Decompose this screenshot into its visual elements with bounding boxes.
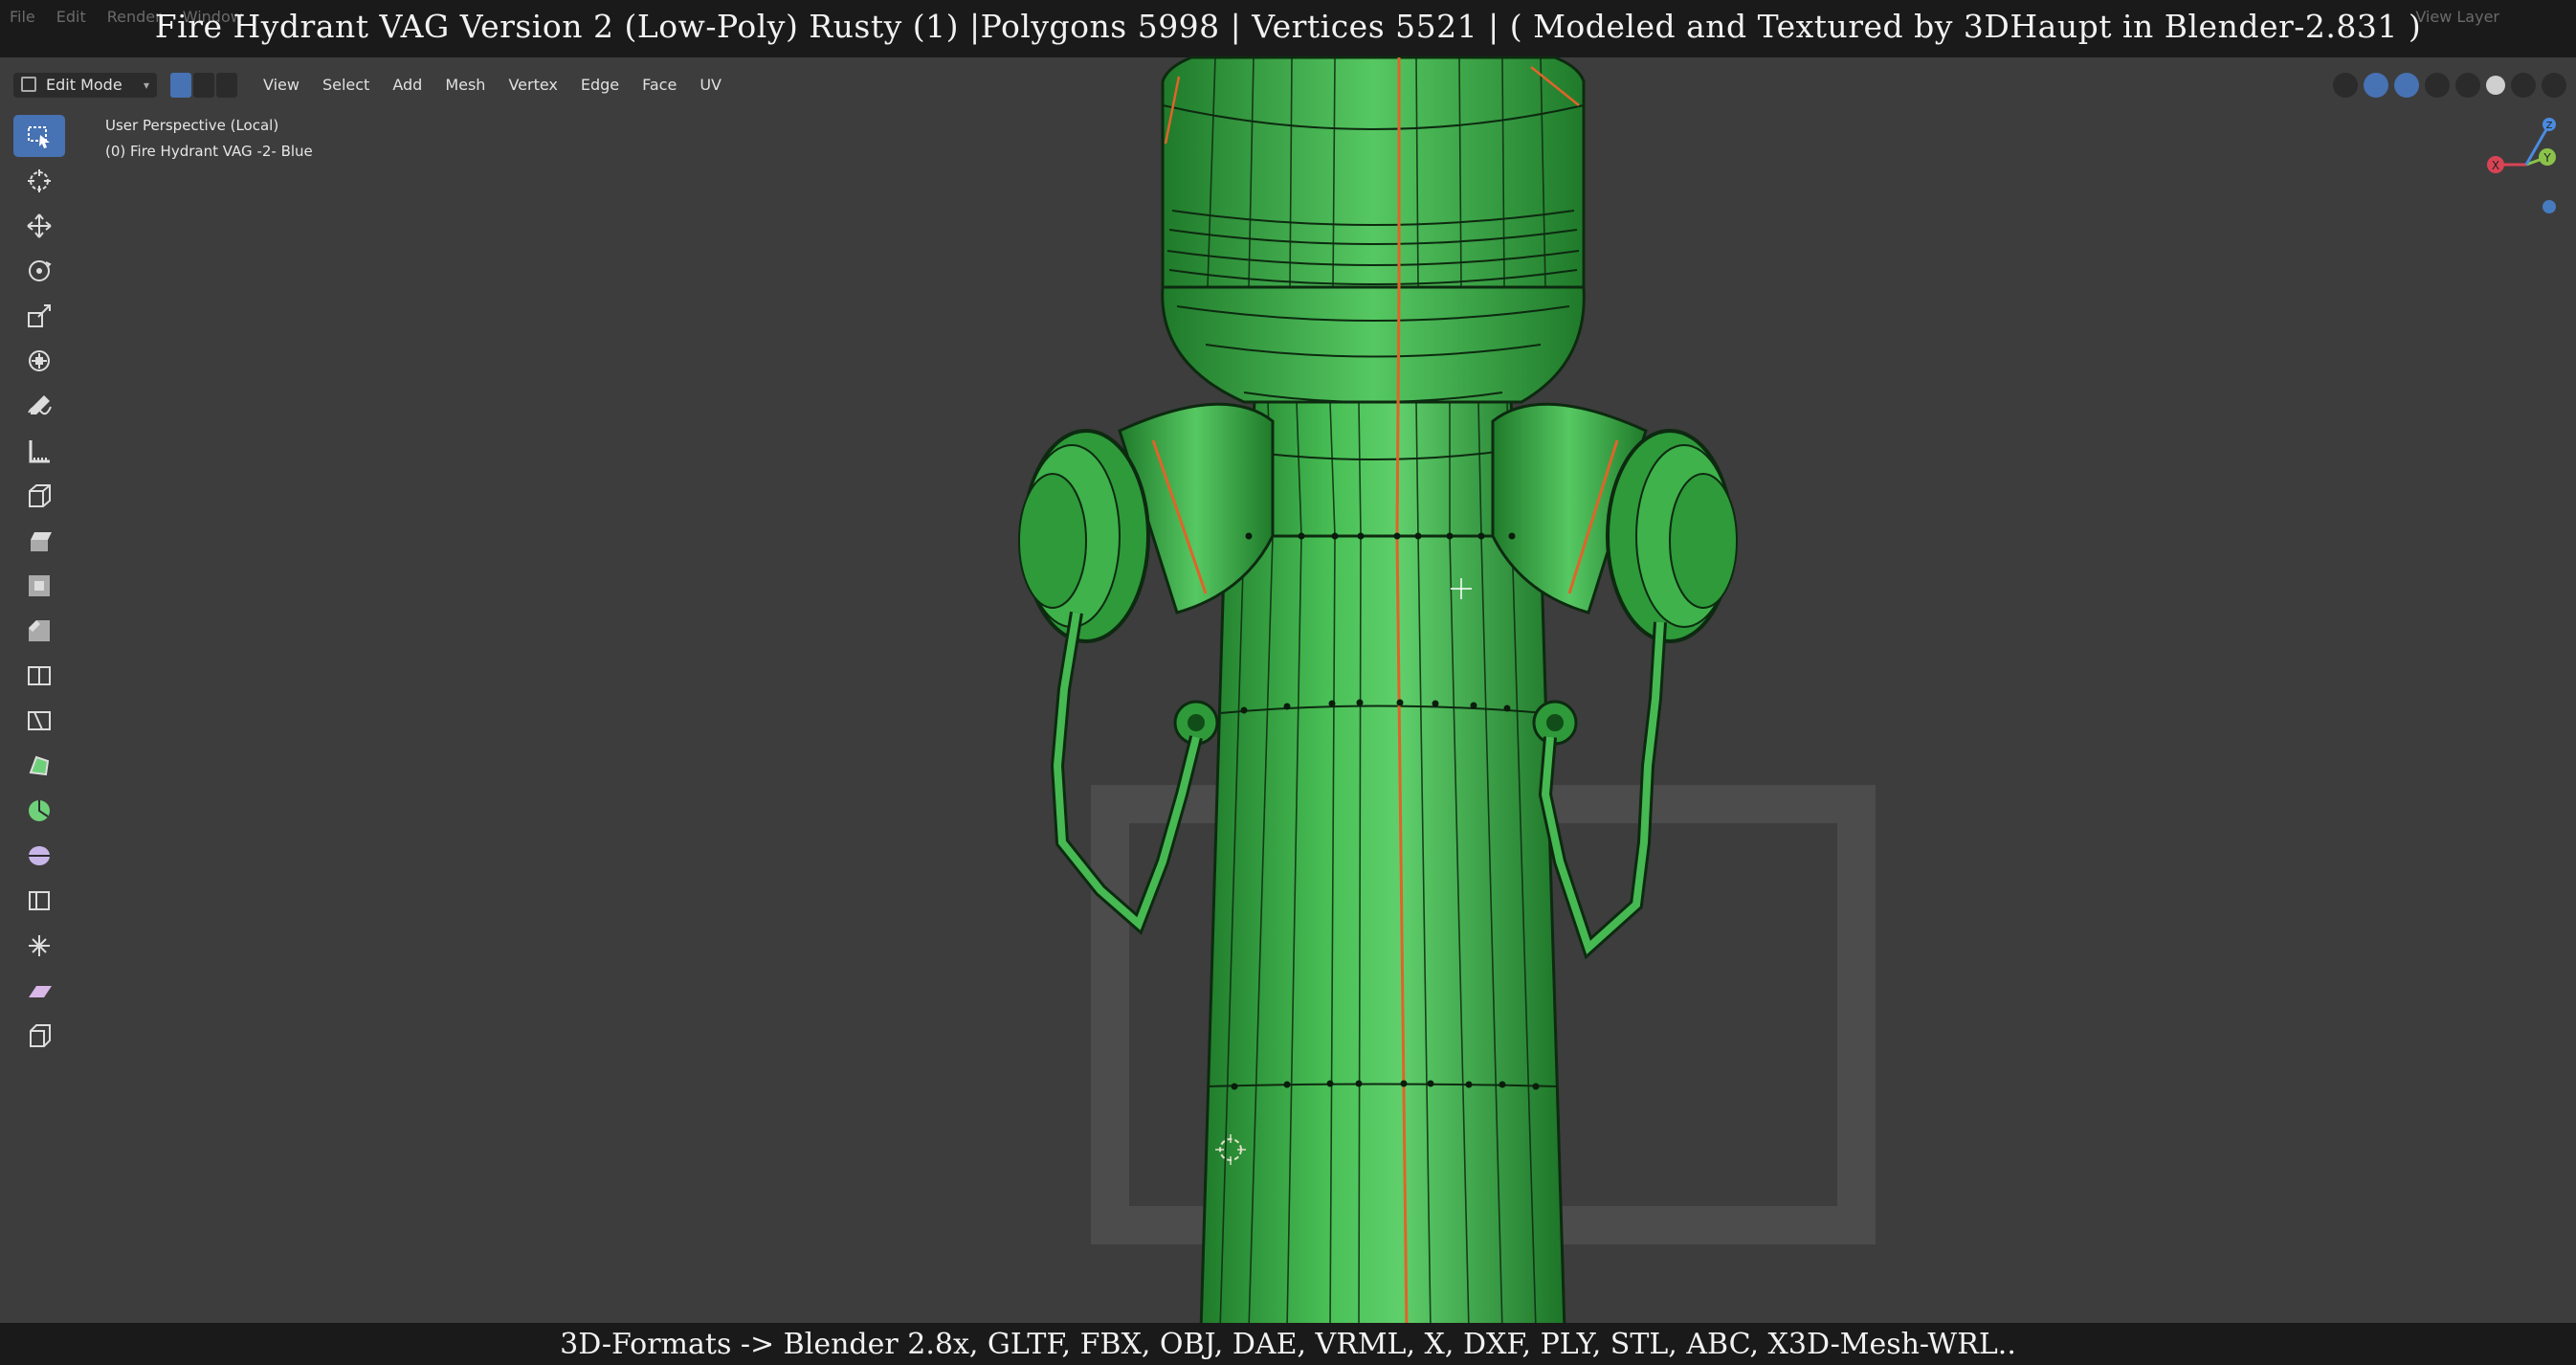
annotate-icon xyxy=(28,395,52,415)
gizmo-toggle-icon[interactable] xyxy=(2364,73,2388,98)
tool-shear[interactable] xyxy=(13,970,65,1012)
active-object-label: (0) Fire Hydrant VAG -2- Blue xyxy=(105,143,313,160)
knife-icon xyxy=(28,711,51,730)
edge-select-button[interactable] xyxy=(193,73,214,98)
tool-loop-cut[interactable] xyxy=(13,655,65,697)
tool-annotate[interactable] xyxy=(13,385,65,427)
viewport-shading-icons xyxy=(2333,73,2566,98)
measure-icon xyxy=(29,440,50,463)
move-icon xyxy=(27,213,52,238)
tool-select-box[interactable] xyxy=(13,115,65,157)
formats-caption: 3D-Formats -> Blender 2.8x, GLTF, FBX, O… xyxy=(560,1328,2016,1361)
vertex-select-button[interactable] xyxy=(170,73,191,98)
poly-build-icon xyxy=(29,755,50,776)
tool-transform[interactable] xyxy=(13,340,65,382)
face-select-button[interactable] xyxy=(216,73,237,98)
perspective-label: User Perspective (Local) xyxy=(105,117,279,134)
overlay-toggle-icon[interactable] xyxy=(2394,73,2419,98)
tool-shelf xyxy=(13,115,65,1060)
gizmo-y-label: Y xyxy=(2543,151,2551,165)
cursor-icon xyxy=(28,169,51,192)
select-box-icon xyxy=(28,126,50,148)
crosshair-cursor-icon xyxy=(1451,578,1472,599)
menu-view[interactable]: View xyxy=(254,67,309,103)
transform-icon xyxy=(29,350,50,371)
tool-move[interactable] xyxy=(13,205,65,247)
menu-face[interactable]: Face xyxy=(633,67,686,103)
scale-icon xyxy=(28,304,51,327)
wireframe-shading-icon[interactable] xyxy=(2455,73,2480,98)
header-menus: View Select Add Mesh Vertex Edge Face UV xyxy=(254,67,731,103)
smooth-icon xyxy=(29,846,50,865)
title-overlay-text: Fire Hydrant VAG Version 2 (Low-Poly) Ru… xyxy=(154,8,2422,45)
tool-add-cube[interactable] xyxy=(13,475,65,517)
spin-icon xyxy=(29,800,50,821)
gizmo-x-label: X xyxy=(2492,159,2499,172)
rendered-shading-icon[interactable] xyxy=(2542,73,2566,98)
tool-poly-build[interactable] xyxy=(13,745,65,787)
tool-edge-slide[interactable] xyxy=(13,880,65,922)
visibility-icon[interactable] xyxy=(2333,73,2358,98)
watermark xyxy=(1091,785,1876,1244)
menu-edge[interactable]: Edge xyxy=(571,67,629,103)
tool-inset[interactable] xyxy=(13,565,65,607)
bevel-icon xyxy=(29,620,50,641)
menu-mesh[interactable]: Mesh xyxy=(435,67,495,103)
xray-icon[interactable] xyxy=(2425,73,2450,98)
chevron-down-icon: ▾ xyxy=(143,78,149,92)
tool-measure[interactable] xyxy=(13,430,65,472)
edit-mode-icon xyxy=(21,77,36,92)
tool-smooth[interactable] xyxy=(13,835,65,877)
extrude-icon xyxy=(31,532,52,551)
menu-select[interactable]: Select xyxy=(313,67,379,103)
menu-vertex[interactable]: Vertex xyxy=(499,67,566,103)
menu-uv[interactable]: UV xyxy=(690,67,731,103)
add-cube-icon xyxy=(29,484,51,507)
shear-icon xyxy=(29,986,52,997)
select-mode-group xyxy=(170,73,237,98)
gizmo-z-label: Z xyxy=(2546,121,2553,131)
material-shading-icon[interactable] xyxy=(2511,73,2536,98)
title-overlay-bar: File Edit Render Window View Layer Fire … xyxy=(0,0,2576,57)
edge-slide-icon xyxy=(29,891,50,910)
tool-rip-region[interactable] xyxy=(13,1015,65,1057)
tool-spin[interactable] xyxy=(13,790,65,832)
tool-bevel[interactable] xyxy=(13,610,65,652)
gizmo-neg-z-axis[interactable] xyxy=(2543,200,2556,213)
tool-rotate[interactable] xyxy=(13,250,65,292)
tool-extrude[interactable] xyxy=(13,520,65,562)
viewport-info: User Perspective (Local) (0) Fire Hydran… xyxy=(105,113,313,165)
3d-cursor-icon[interactable] xyxy=(1213,1132,1248,1167)
menu-add[interactable]: Add xyxy=(383,67,432,103)
mode-select-label: Edit Mode xyxy=(46,76,122,94)
inset-icon xyxy=(29,575,50,596)
tool-knife[interactable] xyxy=(13,700,65,742)
rotate-icon xyxy=(29,260,52,281)
viewport-header: Edit Mode ▾ View Select Add Mesh Vertex … xyxy=(0,67,2576,103)
tool-scale[interactable] xyxy=(13,295,65,337)
tool-shrink-fatten[interactable] xyxy=(13,925,65,967)
loop-cut-icon xyxy=(28,666,51,685)
tool-cursor[interactable] xyxy=(13,160,65,202)
shrink-fatten-icon xyxy=(29,935,50,956)
solid-shading-icon[interactable] xyxy=(2486,76,2505,95)
mode-select[interactable]: Edit Mode ▾ xyxy=(13,73,157,98)
navigation-gizmo[interactable]: X Y Z xyxy=(2467,117,2563,222)
rip-region-icon xyxy=(30,1024,51,1047)
